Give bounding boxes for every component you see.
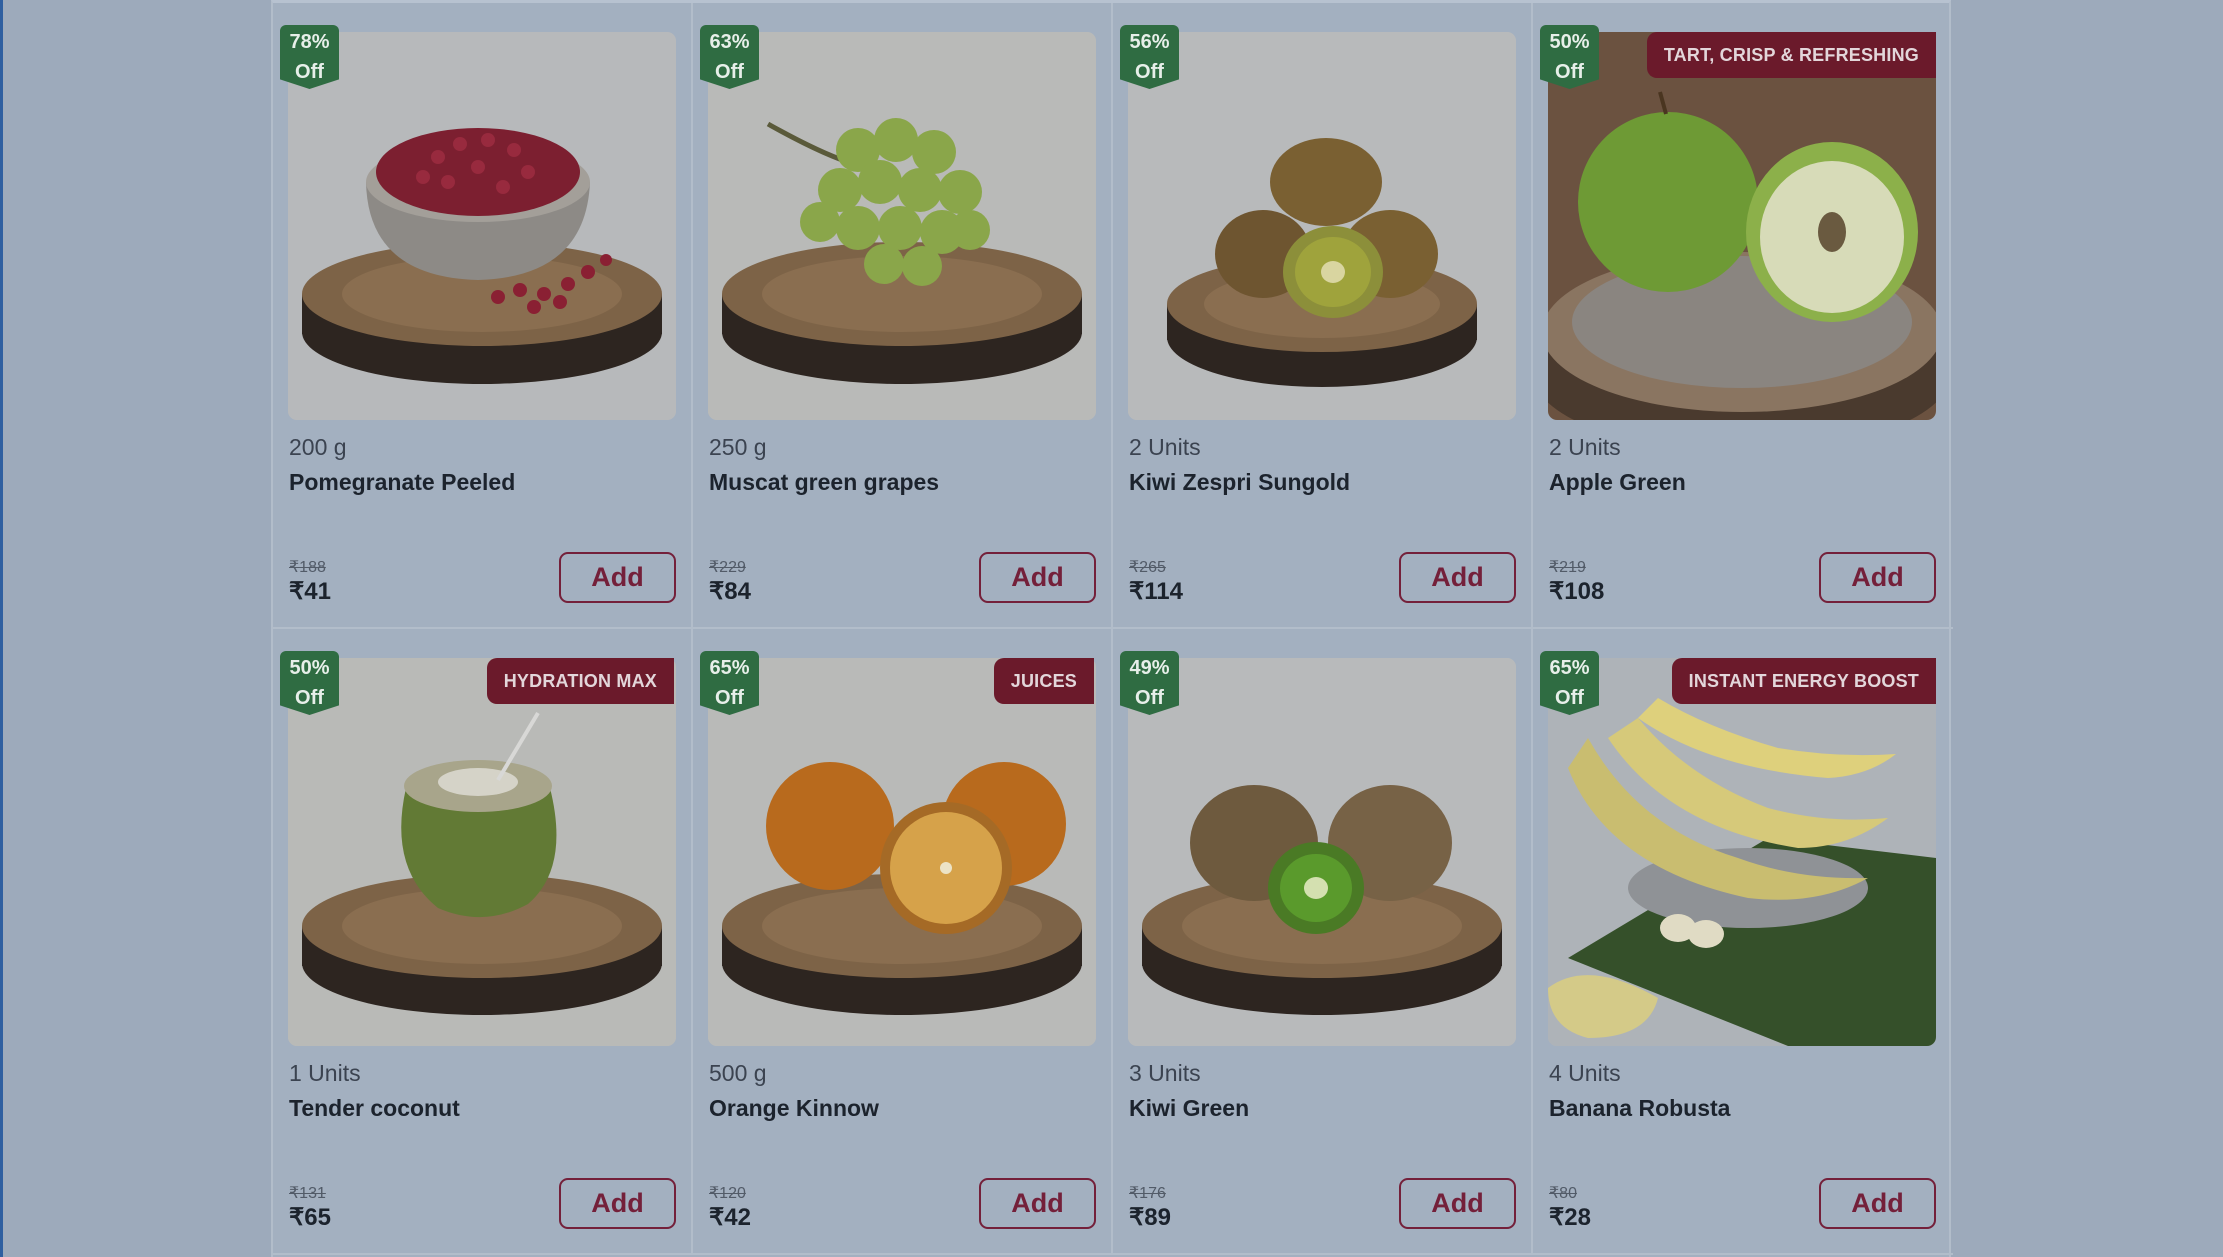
product-card[interactable]: 63% Off 250 g Muscat green grapes ₹229 ₹8…	[693, 3, 1113, 629]
original-price: ₹176	[1129, 1185, 1166, 1202]
add-button[interactable]: Add	[1819, 1178, 1936, 1229]
product-card[interactable]: 50% Off TART, CRISP & REFRESHING 2 Units …	[1533, 3, 1953, 629]
original-price: ₹80	[1549, 1185, 1577, 1202]
product-name: Kiwi Green	[1129, 1095, 1250, 1121]
product-grid: 78% Off 200 g Pomegranate Peeled ₹188 ₹41…	[271, 0, 1953, 1257]
grapes-image	[708, 32, 1096, 420]
discount-badge: 49% Off	[1120, 651, 1179, 715]
sale-price: ₹84	[709, 578, 751, 605]
original-price: ₹131	[289, 1185, 326, 1202]
kiwi-image	[1128, 32, 1516, 420]
product-name: Kiwi Zespri Sungold	[1129, 469, 1351, 495]
discount-badge: 50% Off	[1540, 25, 1599, 89]
original-price: ₹229	[709, 559, 746, 576]
sale-price: ₹65	[289, 1204, 331, 1231]
sale-price: ₹89	[1129, 1204, 1171, 1231]
sale-price: ₹108	[1549, 578, 1605, 605]
discount-badge: 78% Off	[280, 25, 339, 89]
add-button[interactable]: Add	[1399, 552, 1516, 603]
product-card[interactable]: 65% Off JUICES 500 g Orange Kinnow ₹120 ₹…	[693, 629, 1113, 1255]
product-card[interactable]: 50% Off HYDRATION MAX 1 Units Tender coco…	[273, 629, 693, 1255]
product-card[interactable]: 65% Off INSTANT ENERGY BOOST 4 Units Bana…	[1533, 629, 1953, 1255]
discount-badge: 56% Off	[1120, 25, 1179, 89]
page-left-edge	[0, 0, 3, 1257]
product-tag-badge: HYDRATION MAX	[486, 658, 674, 704]
product-name: Muscat green grapes	[709, 469, 940, 495]
product-quantity: 1 Units	[289, 1060, 361, 1086]
coconut-image	[288, 658, 676, 1046]
add-button[interactable]: Add	[559, 552, 676, 603]
apple-image	[1548, 32, 1936, 420]
add-button[interactable]: Add	[559, 1178, 676, 1229]
discount-badge: 65% Off	[1540, 651, 1599, 715]
pomegranate-image	[288, 32, 676, 420]
add-button[interactable]: Add	[1819, 552, 1936, 603]
add-button[interactable]: Add	[979, 1178, 1096, 1229]
original-price: ₹120	[709, 1185, 746, 1202]
product-quantity: 3 Units	[1129, 1060, 1201, 1086]
banana-image	[1548, 658, 1936, 1046]
product-tag-badge: TART, CRISP & REFRESHING	[1646, 32, 1936, 78]
sale-price: ₹42	[709, 1204, 751, 1231]
product-quantity: 2 Units	[1129, 434, 1201, 460]
product-name: Apple Green	[1549, 469, 1686, 495]
product-quantity: 4 Units	[1549, 1060, 1621, 1086]
original-price: ₹188	[289, 559, 326, 576]
product-quantity: 500 g	[709, 1060, 767, 1086]
original-price: ₹219	[1549, 559, 1586, 576]
discount-badge: 63% Off	[700, 25, 759, 89]
product-tag-badge: JUICES	[993, 658, 1094, 704]
product-card[interactable]: 56% Off 2 Units Kiwi Zespri Sungold ₹265 …	[1113, 3, 1533, 629]
product-card[interactable]: 49% Off 3 Units Kiwi Green ₹176 ₹89 Add	[1113, 629, 1533, 1255]
product-name: Tender coconut	[289, 1095, 460, 1121]
product-quantity: 2 Units	[1549, 434, 1621, 460]
product-quantity: 250 g	[709, 434, 767, 460]
sale-price: ₹114	[1129, 578, 1183, 605]
orange-image	[708, 658, 1096, 1046]
discount-badge: 50% Off	[280, 651, 339, 715]
sale-price: ₹28	[1549, 1204, 1591, 1231]
add-button[interactable]: Add	[979, 552, 1096, 603]
product-name: Pomegranate Peeled	[289, 469, 516, 495]
product-name: Orange Kinnow	[709, 1095, 879, 1121]
discount-badge: 65% Off	[700, 651, 759, 715]
product-name: Banana Robusta	[1549, 1095, 1731, 1121]
product-quantity: 200 g	[289, 434, 347, 460]
product-card[interactable]: 78% Off 200 g Pomegranate Peeled ₹188 ₹41…	[273, 3, 693, 629]
product-tag-badge: INSTANT ENERGY BOOST	[1671, 658, 1936, 704]
original-price: ₹265	[1129, 559, 1166, 576]
add-button[interactable]: Add	[1399, 1178, 1516, 1229]
kiwi-image	[1128, 658, 1516, 1046]
sale-price: ₹41	[289, 578, 331, 605]
